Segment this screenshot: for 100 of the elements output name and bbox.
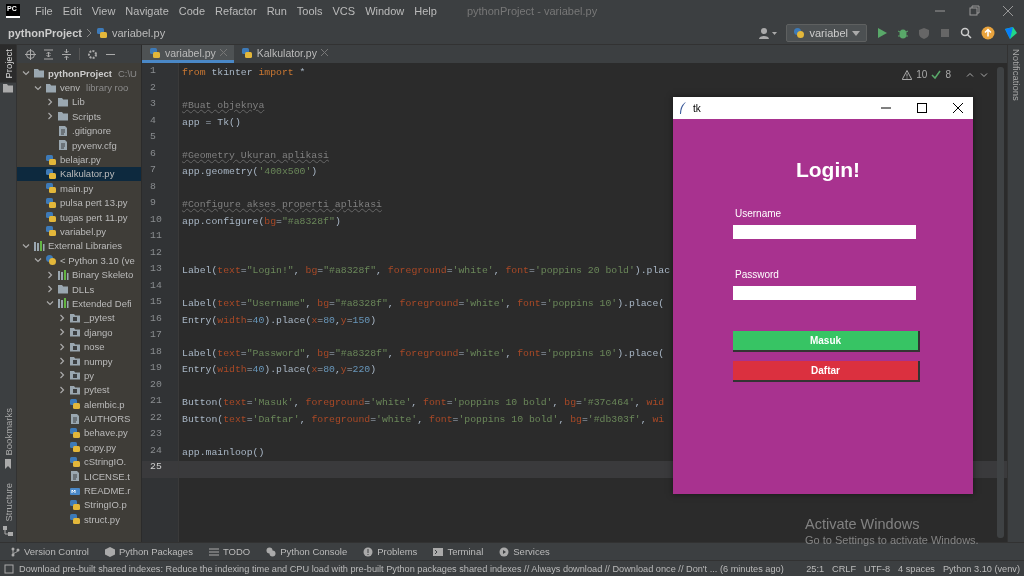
- tree-item[interactable]: .gitignore: [57, 123, 112, 138]
- tree-item[interactable]: belajar.py: [45, 152, 101, 167]
- caret-position[interactable]: 25:1: [806, 563, 825, 574]
- tree-item[interactable]: py: [69, 368, 95, 383]
- python-file-icon: [45, 196, 57, 209]
- expand-toggle[interactable]: [45, 284, 55, 295]
- code-line: #Geometry Ukuran aplikasi: [182, 149, 329, 161]
- update-icon[interactable]: [981, 26, 995, 40]
- input-field[interactable]: [733, 286, 916, 300]
- bug-icon[interactable]: [897, 27, 909, 39]
- line-separator[interactable]: CRLF: [832, 563, 857, 574]
- search-icon[interactable]: [960, 27, 972, 39]
- passed-count[interactable]: 8: [945, 69, 951, 80]
- tool-window-button[interactable]: Version Control: [10, 546, 89, 557]
- tree-item[interactable]: copy.py: [69, 440, 117, 455]
- tree-item[interactable]: Extended Defi: [57, 296, 132, 311]
- tree-item[interactable]: behave.py: [69, 425, 128, 440]
- tree-item[interactable]: AUTHORS: [69, 411, 131, 426]
- side-tab[interactable]: Structure: [0, 479, 16, 526]
- scrollbar[interactable]: [997, 67, 1004, 538]
- tool-window-button[interactable]: Problems: [363, 546, 418, 557]
- tree-item[interactable]: README.r: [69, 483, 131, 498]
- breadcrumb-item[interactable]: variabel.py: [111, 27, 166, 39]
- expand-toggle[interactable]: [57, 312, 67, 323]
- expand-toggle[interactable]: [57, 327, 67, 338]
- menu-item[interactable]: Code: [173, 5, 211, 17]
- file-encoding[interactable]: UTF-8: [864, 563, 891, 574]
- tree-item[interactable]: nose: [69, 339, 105, 354]
- menu-item[interactable]: Refactor: [210, 5, 262, 17]
- menu-item[interactable]: VCS: [327, 5, 361, 17]
- tree-item[interactable]: External Libraries: [33, 238, 122, 253]
- tree-item[interactable]: venv library roo: [45, 80, 129, 95]
- user-icon[interactable]: [759, 27, 778, 39]
- menu-item[interactable]: Edit: [57, 5, 87, 17]
- tree-item[interactable]: _pytest: [69, 310, 115, 325]
- side-tab[interactable]: Project: [0, 45, 16, 83]
- maximize-icon[interactable]: [917, 103, 927, 113]
- tree-item[interactable]: django: [69, 325, 113, 340]
- collapse-all-icon[interactable]: [61, 48, 72, 60]
- tree-item[interactable]: StringIO.p: [69, 497, 127, 512]
- file-icon: [57, 124, 69, 137]
- interpreter-selector[interactable]: Python 3.10 (venv): [942, 563, 1020, 574]
- editor-tab[interactable]: Kalkulator.py: [233, 45, 335, 63]
- menu-item[interactable]: Run: [261, 5, 292, 17]
- tree-item[interactable]: Scripts: [57, 109, 102, 124]
- expand-all-icon[interactable]: [43, 48, 54, 60]
- python-file-icon: [240, 46, 253, 59]
- warning-count[interactable]: 10: [916, 69, 928, 80]
- tree-item[interactable]: cStringIO.: [69, 454, 127, 469]
- tool-window-button[interactable]: TODO: [208, 546, 251, 557]
- tree-item[interactable]: variabel.py: [45, 224, 106, 239]
- editor-tab[interactable]: variabel.py: [142, 45, 234, 63]
- menu-item[interactable]: Navigate: [120, 5, 174, 17]
- expand-toggle[interactable]: [57, 370, 67, 381]
- tree-item[interactable]: pulsa pert 13.py: [45, 195, 128, 210]
- indent-setting[interactable]: 4 spaces: [898, 563, 935, 574]
- menu-item[interactable]: Help: [409, 5, 442, 17]
- menu-item[interactable]: Tools: [291, 5, 328, 17]
- side-tab[interactable]: Notifications: [1010, 45, 1022, 105]
- menu-item[interactable]: View: [86, 5, 121, 17]
- tool-window-button[interactable]: Python Packages: [104, 546, 193, 557]
- close-icon[interactable]: [953, 103, 963, 113]
- square-icon[interactable]: [4, 563, 14, 574]
- tool-window-button[interactable]: Services: [499, 546, 550, 557]
- input-field[interactable]: [733, 225, 916, 239]
- expand-toggle[interactable]: [45, 111, 55, 122]
- tool-window-button[interactable]: Terminal: [433, 546, 484, 557]
- package-folder-icon: [69, 355, 81, 367]
- diamond-icon[interactable]: [1004, 26, 1018, 40]
- tree-item[interactable]: main.py: [45, 181, 94, 196]
- breadcrumb-item[interactable]: pythonProject: [8, 27, 82, 39]
- tree-item[interactable]: < Python 3.10 (ve: [45, 253, 135, 268]
- tool-window-button[interactable]: Python Console: [266, 546, 348, 557]
- expand-toggle[interactable]: [57, 384, 67, 395]
- package-folder-icon: [69, 340, 81, 353]
- tree-item[interactable]: tugas pert 11.py: [45, 210, 128, 225]
- expand-toggle[interactable]: [57, 341, 67, 352]
- action-button[interactable]: Daftar: [733, 361, 920, 382]
- tree-item[interactable]: DLLs: [57, 282, 95, 297]
- tree-item[interactable]: numpy: [69, 354, 113, 368]
- expand-toggle[interactable]: [57, 356, 67, 366]
- run-config-dropdown[interactable]: variabel: [786, 24, 867, 42]
- run-icon[interactable]: [876, 27, 888, 39]
- python-file-icon: [45, 211, 57, 224]
- expand-toggle[interactable]: [45, 96, 55, 107]
- menu-item[interactable]: File: [30, 5, 58, 17]
- tree-item[interactable]: alembic.p: [69, 397, 125, 412]
- tree-item[interactable]: Binary Skeleto: [57, 267, 134, 282]
- menu-item[interactable]: Window: [360, 5, 410, 17]
- target-icon[interactable]: [25, 48, 36, 60]
- tree-item[interactable]: struct.py: [69, 512, 120, 527]
- side-tab[interactable]: Bookmarks: [0, 403, 16, 460]
- expand-toggle[interactable]: [45, 269, 55, 280]
- settings-icon[interactable]: [87, 48, 98, 60]
- tree-item[interactable]: LICENSE.t: [69, 469, 130, 484]
- tree-item[interactable]: Lib: [57, 94, 85, 109]
- tree-item[interactable]: pyvenv.cfg: [57, 138, 117, 153]
- tree-item[interactable]: pythonProject C:\U: [33, 66, 137, 81]
- status-message[interactable]: Download pre-built shared indexes: Reduce the indexing time and CPU load with pre-built Python packages shared indexes // Always download // Download once // Don't ... (6 minutes ago): [19, 563, 784, 574]
- tree-item[interactable]: pytest: [69, 382, 110, 397]
